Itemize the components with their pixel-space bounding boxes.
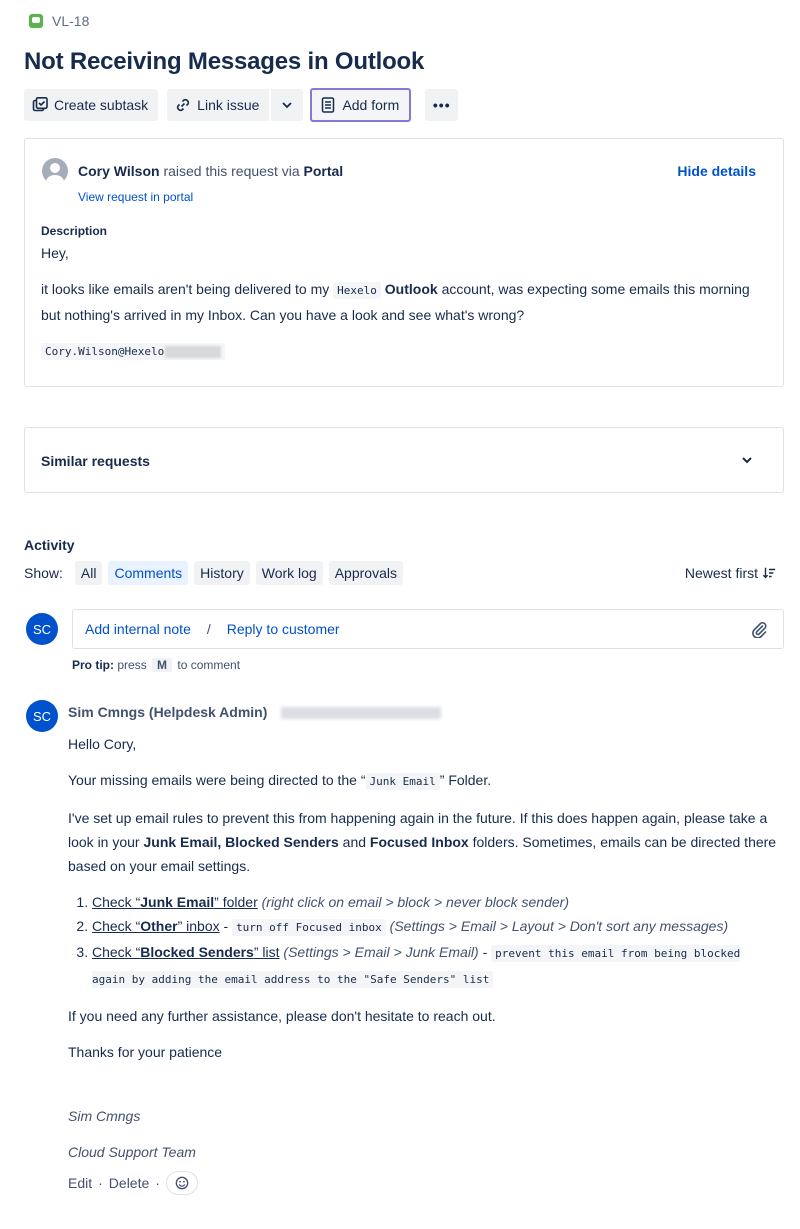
comment-composer[interactable]: Add internal note / Reply to customer (72, 609, 784, 649)
filter-all[interactable]: All (74, 561, 103, 585)
junk-email-code: Junk Email (365, 773, 440, 790)
current-user-avatar[interactable]: SC (26, 613, 58, 645)
signature-team: Cloud Support Team (68, 1144, 196, 1160)
attachment-icon[interactable] (750, 620, 768, 638)
add-internal-note-button[interactable]: Add internal note (85, 621, 191, 637)
create-subtask-button[interactable]: Create subtask (24, 88, 159, 121)
comment-paragraph-3: If you need any further assistance, plea… (68, 1008, 496, 1024)
service-request-icon (29, 14, 43, 28)
redacted-email-domain (165, 346, 222, 358)
description-code: Hexelo (333, 282, 381, 299)
step-code: turn off Focused inbox (232, 919, 386, 936)
reporter-avatar[interactable] (42, 158, 68, 184)
similar-requests-label: Similar requests (41, 453, 150, 469)
raised-by-line: Cory Wilson raised this request via Port… (78, 163, 343, 179)
steps-list: Check “Junk Email” folder (right click o… (92, 890, 778, 992)
more-actions-button[interactable]: ••• (425, 88, 459, 121)
add-reaction-button[interactable] (165, 1171, 198, 1195)
reporter-email-code: Cory.Wilson@Hexelo (41, 343, 226, 360)
subtask-icon (32, 96, 48, 111)
sort-icon (762, 567, 776, 579)
add-form-label: Add form (342, 96, 400, 113)
chevron-down-icon (282, 101, 293, 108)
comment-paragraph-1: Your missing emails were being directed … (68, 772, 492, 790)
comment-actions: Edit · Delete · (68, 1171, 198, 1195)
emoji-icon (175, 1176, 189, 1190)
redacted-timestamp (281, 707, 442, 720)
delete-comment-button[interactable]: Delete (109, 1175, 149, 1191)
sort-order-button[interactable]: Newest first (685, 565, 776, 581)
comment-author-line: Sim Cmngs (Helpdesk Admin) (68, 704, 442, 720)
similar-requests-panel[interactable]: Similar requests (24, 427, 784, 493)
form-icon (322, 96, 335, 113)
issue-title[interactable]: Not Receiving Messages in Outlook (24, 48, 424, 76)
filter-work-log[interactable]: Work log (255, 561, 323, 585)
hide-details-button[interactable]: Hide details (677, 163, 756, 179)
issue-key[interactable]: VL-18 (29, 13, 89, 29)
link-icon (177, 98, 190, 111)
link-issue-group: Link issue (167, 88, 304, 121)
action-separator: · (98, 1175, 103, 1191)
request-channel: Portal (303, 163, 344, 179)
signature-name: Sim Cmngs (68, 1108, 141, 1124)
chevron-down-icon[interactable] (739, 452, 755, 468)
pro-tip-key: M (152, 658, 173, 672)
more-icon: ••• (432, 96, 451, 113)
composer-separator: / (206, 621, 211, 637)
description-label: Description (41, 224, 108, 238)
view-request-in-portal-link[interactable]: View request in portal (78, 190, 193, 204)
description-body[interactable]: it looks like emails aren't being delive… (41, 277, 761, 327)
reply-to-customer-button[interactable]: Reply to customer (227, 621, 340, 637)
request-details-card: Cory Wilson raised this request via Port… (24, 138, 784, 387)
step-link[interactable]: Check “Other” inbox (92, 918, 220, 934)
pro-tip-after: to comment (177, 658, 241, 672)
activity-title: Activity (24, 537, 75, 553)
show-label: Show: (24, 565, 63, 581)
raised-text: raised this request via (163, 163, 300, 179)
create-subtask-label: Create subtask (54, 96, 149, 113)
comment-paragraph-4: Thanks for your patience (68, 1044, 223, 1060)
pro-tip: Pro tip: press M to comment (72, 658, 240, 672)
step-link[interactable]: Check “Junk Email” folder (92, 894, 258, 910)
pro-tip-press: press (117, 658, 147, 672)
description-greeting: Hey, (41, 245, 69, 261)
step-item: Check “Blocked Senders” list (Settings >… (92, 940, 778, 992)
email-code-block: Cory.Wilson@Hexelo (41, 342, 226, 360)
filter-comments[interactable]: Comments (108, 561, 189, 585)
link-issue-dropdown-button[interactable] (271, 88, 304, 121)
link-issue-button[interactable]: Link issue (167, 88, 270, 121)
pro-tip-label: Pro tip: (72, 658, 114, 672)
step-item: Check “Other” inbox - turn off Focused i… (92, 914, 778, 940)
sort-order-label: Newest first (684, 565, 758, 581)
issue-toolbar: Create subtask Link issue Add form ••• (24, 87, 459, 122)
step-link[interactable]: Check “Blocked Senders” list (92, 944, 280, 960)
edit-comment-button[interactable]: Edit (68, 1175, 92, 1191)
comment-paragraph-2: I've set up email rules to prevent this … (68, 810, 777, 874)
activity-filter-row: Show: All Comments History Work log Appr… (24, 561, 403, 585)
description-bold: Outlook (384, 281, 438, 297)
link-issue-label: Link issue (197, 96, 260, 113)
reporter-name[interactable]: Cory Wilson (78, 163, 160, 179)
comment-greeting: Hello Cory, (68, 736, 137, 752)
comment-author-name[interactable]: Sim Cmngs (Helpdesk Admin) (68, 704, 267, 720)
add-form-button[interactable]: Add form (310, 87, 412, 122)
filter-history[interactable]: History (194, 561, 250, 585)
comment-body: Hello Cory, Your missing emails were bei… (68, 732, 778, 1076)
description-text-before: it looks like emails aren't being delive… (41, 281, 330, 297)
step-item: Check “Junk Email” folder (right click o… (92, 890, 778, 914)
filter-approvals[interactable]: Approvals (328, 561, 403, 585)
issue-key-label[interactable]: VL-18 (52, 13, 89, 29)
comment-author-avatar[interactable]: SC (26, 700, 58, 732)
action-separator: · (155, 1175, 160, 1191)
